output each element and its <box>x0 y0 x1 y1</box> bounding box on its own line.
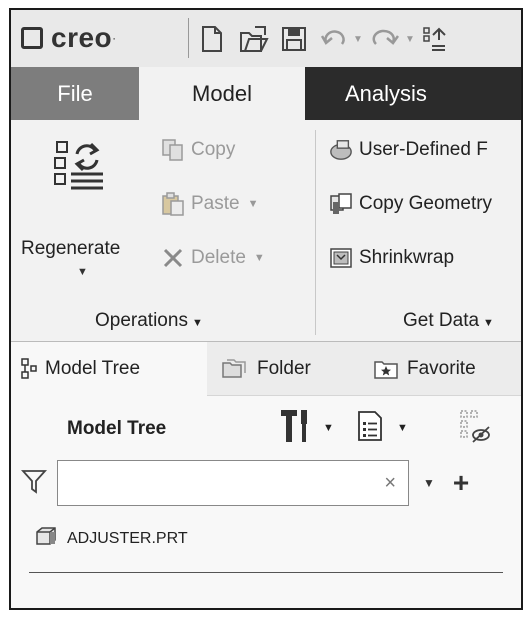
regenerate-button[interactable]: Regenerate ▼ <box>21 138 145 288</box>
operations-group-label: Operations <box>95 310 188 331</box>
operations-dropdown-icon: ▼ <box>191 317 203 329</box>
paste-dropdown-icon[interactable]: ▼ <box>248 198 259 210</box>
shrinkwrap-label: Shrinkwrap <box>359 247 455 268</box>
tab-folder[interactable]: Folder <box>221 342 357 396</box>
tab-file[interactable]: File <box>11 67 139 120</box>
regenerate-icon <box>51 138 111 203</box>
hidden-items-icon <box>459 409 491 448</box>
paste-icon <box>161 192 185 216</box>
tree-item-label: ADJUSTER.PRT <box>67 529 188 547</box>
favorites-icon <box>373 357 399 381</box>
delete-icon <box>161 246 185 270</box>
part-icon <box>35 526 57 551</box>
clear-search-icon[interactable]: × <box>384 472 396 495</box>
user-defined-feature-button[interactable]: User-Defined F <box>329 138 488 162</box>
tab-analysis[interactable]: Analysis <box>305 67 521 120</box>
tree-divider <box>29 572 503 573</box>
tab-model[interactable]: Model <box>139 67 305 120</box>
tree-search-box: × <box>57 460 409 506</box>
save-icon[interactable] <box>281 24 307 54</box>
tools-icon <box>279 408 313 449</box>
delete-button[interactable]: Delete ▼ <box>161 246 265 270</box>
tab-model-tree[interactable]: Model Tree <box>11 342 207 396</box>
paste-button[interactable]: Paste ▼ <box>161 192 258 216</box>
tab-favorites[interactable]: Favorite <box>373 342 521 396</box>
creo-logo: creo · <box>21 22 116 54</box>
creo-logo-text: creo <box>51 22 113 53</box>
model-tree-title: Model Tree <box>67 418 167 439</box>
copy-geometry-label: Copy Geometry <box>359 193 493 214</box>
tree-search-input[interactable] <box>58 461 408 505</box>
hide-items-button[interactable] <box>459 409 491 448</box>
tree-settings-dropdown-icon: ▼ <box>323 422 334 434</box>
tab-model-tree-label: Model Tree <box>45 358 141 379</box>
navigator-tab-bar: Model Tree Folder Favorite <box>11 342 521 396</box>
redo-icon[interactable] <box>371 24 399 54</box>
regenerate-label: Regenerate <box>21 238 121 259</box>
creo-logo-mark <box>21 27 43 49</box>
copy-button[interactable]: Copy <box>161 138 235 162</box>
model-tree-icon <box>21 358 37 380</box>
tree-settings-menu[interactable]: ▼ <box>279 408 334 449</box>
user-defined-feature-icon <box>329 138 353 162</box>
regenerate-small-icon[interactable] <box>423 24 447 54</box>
paste-label: Paste <box>191 193 240 214</box>
creo-logo-dot: · <box>112 31 117 45</box>
filter-icon[interactable] <box>20 468 48 499</box>
ribbon-tab-bar: File Model Analysis <box>11 67 521 120</box>
copy-icon <box>161 138 185 162</box>
user-defined-feature-label: User-Defined F <box>359 139 488 160</box>
open-file-icon[interactable] <box>239 24 269 54</box>
regenerate-dropdown-icon[interactable]: ▼ <box>77 266 88 278</box>
copy-label: Copy <box>191 139 236 160</box>
undo-dropdown-icon[interactable]: ▼ <box>353 34 363 45</box>
shrinkwrap-button[interactable]: Shrinkwrap <box>329 246 454 270</box>
tree-filter-row: × ▼ + <box>20 460 469 506</box>
delete-dropdown-icon[interactable]: ▼ <box>254 252 265 264</box>
get-data-dropdown-icon: ▼ <box>483 317 494 329</box>
new-file-icon[interactable] <box>201 24 223 54</box>
search-dropdown-icon[interactable]: ▼ <box>423 476 435 490</box>
get-data-group-label: Get Data <box>403 310 480 331</box>
copy-geometry-icon <box>329 192 353 216</box>
list-icon <box>357 410 383 447</box>
tab-favorites-label: Favorite <box>407 358 476 379</box>
ribbon-panel: Regenerate ▼ Copy Paste ▼ Delete ▼ Opera… <box>11 120 521 342</box>
delete-label: Delete <box>191 247 246 268</box>
tab-folder-label: Folder <box>257 358 311 379</box>
redo-dropdown-icon[interactable]: ▼ <box>405 34 415 45</box>
operations-group-menu[interactable]: Operations ▼ <box>95 310 203 332</box>
undo-icon[interactable] <box>321 24 347 54</box>
ribbon-group-divider <box>315 130 316 335</box>
creo-window: creo · ▼ ▼ File Model Analysis Regenerat… <box>9 8 523 610</box>
show-dropdown-icon: ▼ <box>397 422 408 434</box>
quick-access-toolbar: creo · ▼ ▼ <box>11 10 521 67</box>
copy-geometry-button[interactable]: Copy Geometry <box>329 192 492 216</box>
tree-item-part[interactable]: ADJUSTER.PRT <box>35 526 188 551</box>
show-menu[interactable]: ▼ <box>357 410 408 446</box>
shrinkwrap-icon <box>329 246 353 270</box>
folder-browser-icon <box>221 357 249 381</box>
toolbar-separator <box>188 18 189 58</box>
model-tree-panel: Model Tree ▼ ▼ × ▼ + ADJUSTER.PRT <box>11 396 521 608</box>
add-filter-icon[interactable]: + <box>453 469 469 497</box>
get-data-group-menu[interactable]: Get Data ▼ <box>403 310 494 332</box>
